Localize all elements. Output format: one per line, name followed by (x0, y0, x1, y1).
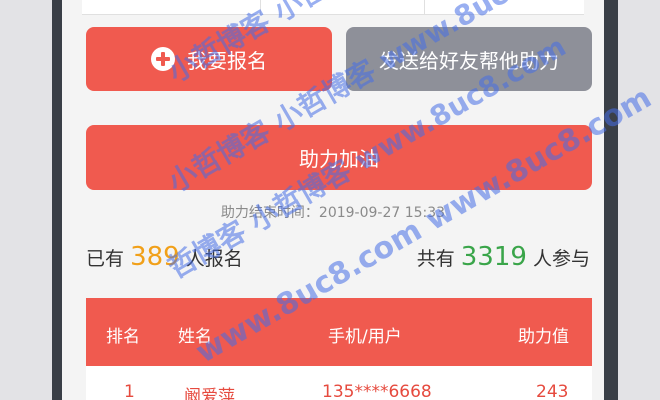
header-boost-value: 助力值 (518, 327, 569, 347)
participant-count: 3319 (460, 242, 527, 272)
signup-stat-suffix: 人报名 (185, 248, 243, 270)
signup-count: 389 (130, 242, 180, 272)
row-name: 阚爱萍 (184, 387, 235, 400)
boost-button[interactable]: 助力加油 (86, 125, 592, 190)
plus-circle-icon (151, 47, 175, 71)
header-phone: 手机/用户 (328, 327, 402, 347)
table-row[interactable]: 1 阚爱萍 135****6668 243 (86, 366, 592, 400)
device-frame-right (604, 0, 660, 400)
share-button-label: 发送给好友帮他助力 (379, 48, 559, 73)
strip-divider (260, 0, 261, 14)
participant-stat: 共有 3319 人参与 (417, 242, 590, 272)
header-name: 姓名 (178, 327, 212, 347)
device-frame-edge-left (52, 0, 62, 400)
signup-stat-prefix: 已有 (86, 248, 125, 270)
signup-button-label: 我要报名 (187, 48, 267, 73)
participant-stat-suffix: 人参与 (532, 248, 590, 270)
signup-button[interactable]: 我要报名 (86, 27, 332, 91)
share-to-friend-button[interactable]: 发送给好友帮他助力 (346, 27, 592, 91)
top-info-strip (82, 0, 584, 15)
boost-button-label: 助力加油 (299, 147, 379, 171)
ranking-table-header: 排名 姓名 手机/用户 助力值 (86, 298, 592, 366)
row-rank: 1 (124, 382, 135, 400)
ranking-table: 排名 姓名 手机/用户 助力值 1 阚爱萍 135****6668 243 (86, 298, 592, 400)
row-boost-value: 243 (536, 382, 569, 400)
signup-stat: 已有 389 人报名 (86, 242, 243, 272)
row-phone: 135****6668 (322, 382, 432, 400)
participant-stat-prefix: 共有 (416, 248, 455, 270)
device-frame-edge-right (604, 0, 618, 400)
strip-divider (424, 0, 425, 14)
header-rank: 排名 (106, 327, 140, 347)
device-frame-left (0, 0, 62, 400)
phone-screen: 我要报名 发送给好友帮他助力 助力加油 助力结束时间：2019-09-27 15… (62, 0, 604, 400)
deadline-text: 助力结束时间：2019-09-27 15:33 (220, 205, 446, 221)
